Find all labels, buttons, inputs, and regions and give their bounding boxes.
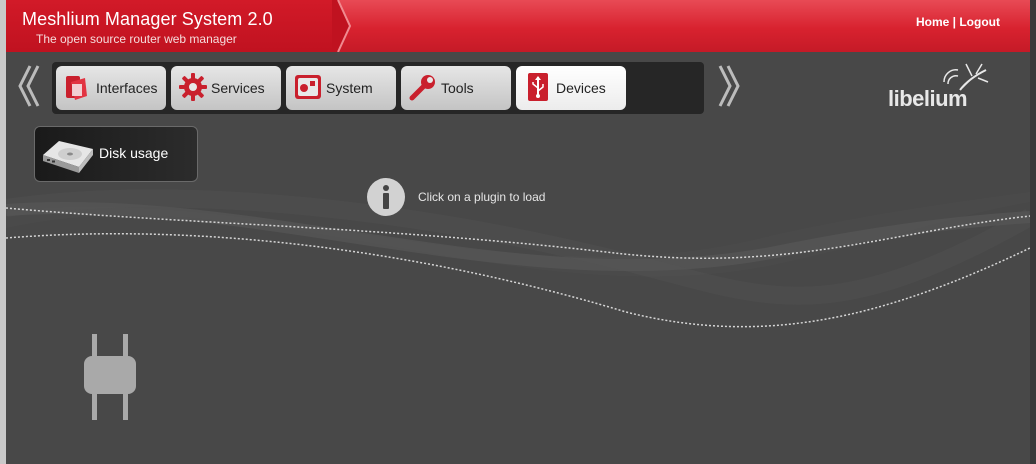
tab-system[interactable]: System: [286, 66, 396, 110]
tab-tools[interactable]: Tools: [401, 66, 511, 110]
tab-label: Interfaces: [96, 80, 158, 96]
main-area: Interfaces Services System Tools Devices…: [6, 52, 1030, 464]
libelium-logo: libelium: [886, 62, 996, 114]
logout-link[interactable]: Logout: [959, 15, 1000, 29]
plugin-tab-bar: Interfaces Services System Tools Devices: [52, 62, 704, 114]
app-subtitle: The open source router web manager: [36, 32, 237, 46]
tab-label: Tools: [441, 80, 474, 96]
page-edge-right: [1030, 0, 1036, 464]
info-icon: [367, 178, 405, 216]
plug-icon: [84, 334, 136, 420]
brand-chevron-decoration: [332, 0, 352, 52]
header-bar: Meshlium Manager System 2.0 The open sou…: [6, 0, 1030, 52]
hard-drive-icon: [43, 141, 93, 173]
interfaces-icon: [66, 76, 87, 100]
gear-icon: [179, 73, 207, 101]
tab-devices[interactable]: Devices: [516, 66, 626, 110]
plugin-label: Disk usage: [99, 145, 169, 161]
tab-services[interactable]: Services: [171, 66, 281, 110]
plugin-disk-usage[interactable]: Disk usage: [34, 126, 198, 182]
tab-label: Services: [211, 80, 265, 96]
link-separator: |: [952, 15, 956, 29]
scroll-left-arrow[interactable]: [16, 64, 44, 108]
tab-label: Devices: [556, 80, 606, 96]
system-icon: [295, 75, 321, 99]
tab-interfaces[interactable]: Interfaces: [56, 66, 166, 110]
app-title: Meshlium Manager System 2.0: [22, 9, 273, 29]
info-message: Click on a plugin to load: [418, 190, 546, 204]
scroll-right-arrow[interactable]: [714, 64, 742, 108]
wrench-icon: [409, 75, 435, 101]
logo-text: libelium: [888, 86, 968, 111]
top-links: Home | Logout: [916, 15, 1000, 29]
usb-icon: [528, 73, 548, 101]
home-link[interactable]: Home: [916, 15, 949, 29]
tab-label: System: [326, 80, 373, 96]
